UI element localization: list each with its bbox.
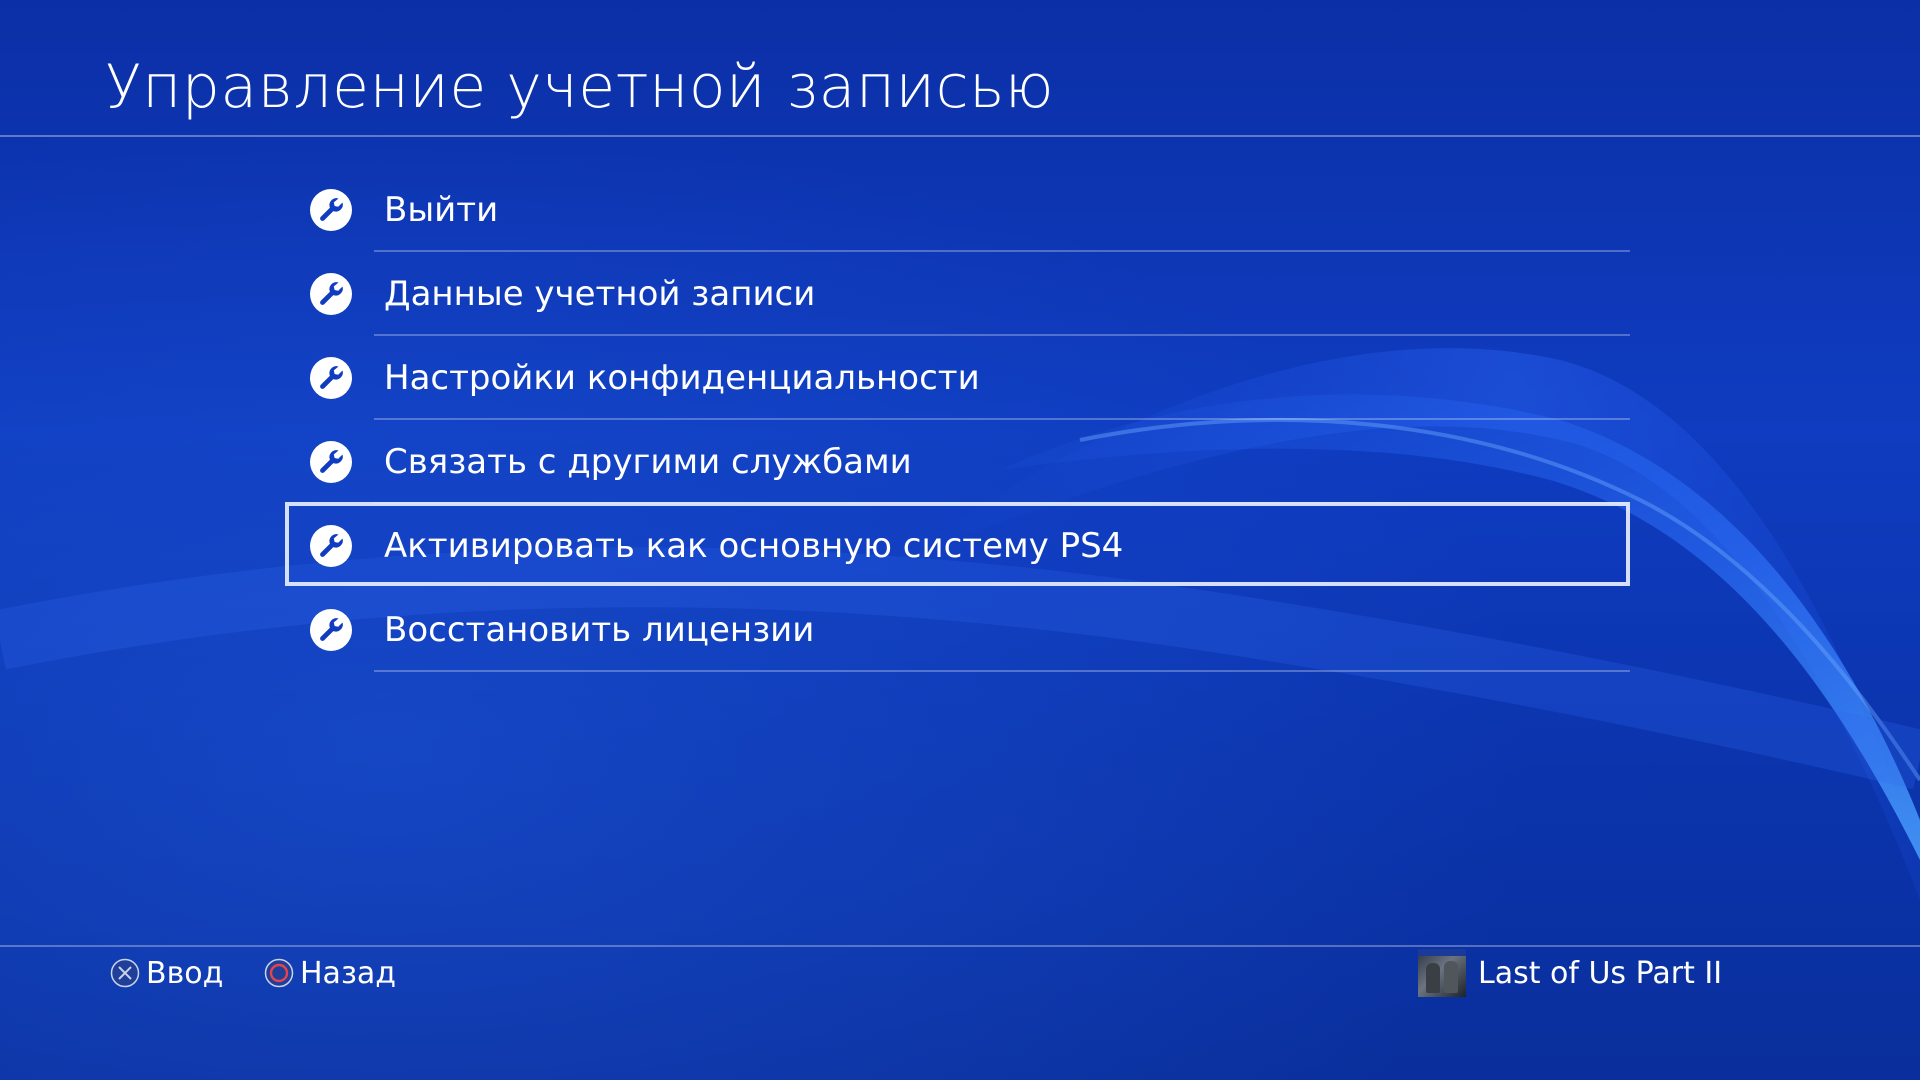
wrench-icon [310,609,352,651]
wrench-icon [310,525,352,567]
account-menu: Выйти Данные учетной записи Настройки ко… [285,168,1635,672]
enter-hint[interactable]: Ввод [110,948,223,998]
page-title: Управление учетной записью [105,52,1055,122]
menu-item-restore-licenses[interactable]: Восстановить лицензии [285,588,1635,672]
cross-button-icon [110,958,140,988]
footer-bar: Ввод Назад Last of Us Part II [0,948,1920,1008]
game-thumbnail [1418,949,1466,997]
back-hint[interactable]: Назад [264,948,396,998]
back-label: Назад [300,955,397,991]
wrench-icon [310,273,352,315]
menu-item-account-info[interactable]: Данные учетной записи [285,252,1635,336]
menu-item-sign-out[interactable]: Выйти [285,168,1635,252]
wrench-icon [310,441,352,483]
enter-label: Ввод [146,955,224,991]
menu-item-label: Выйти [384,190,499,230]
menu-item-label: Связать с другими службами [384,442,912,482]
menu-divider [374,670,1630,672]
wrench-icon [310,189,352,231]
game-title: Last of Us Part II [1478,955,1723,991]
header-divider [0,135,1920,137]
footer-divider [0,945,1920,947]
menu-item-privacy-settings[interactable]: Настройки конфиденциальности [285,336,1635,420]
menu-item-label: Данные учетной записи [384,274,816,314]
menu-item-label: Настройки конфиденциальности [384,358,980,398]
circle-button-icon [264,958,294,988]
menu-item-link-services[interactable]: Связать с другими службами [285,420,1635,504]
game-badge: Last of Us Part II [1418,948,1722,998]
menu-item-label: Восстановить лицензии [384,610,815,650]
wrench-icon [310,357,352,399]
menu-item-label: Активировать как основную систему PS4 [384,526,1124,566]
menu-item-activate-primary-ps4[interactable]: Активировать как основную систему PS4 [285,502,1635,588]
